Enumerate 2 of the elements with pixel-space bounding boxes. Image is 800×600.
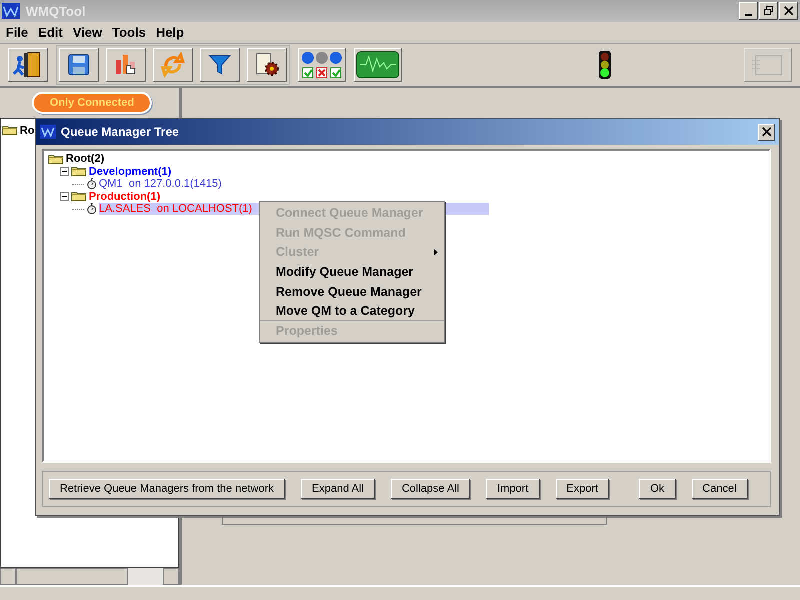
dialog-title: Queue Manager Tree (61, 125, 180, 139)
window-title: WMQTool (26, 4, 86, 18)
